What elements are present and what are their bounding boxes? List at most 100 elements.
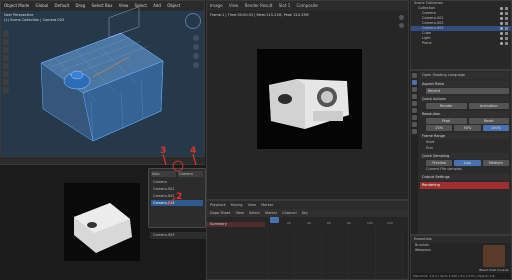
output-tab-icon[interactable]	[412, 87, 417, 92]
render-toggle-icon[interactable]	[505, 37, 508, 40]
rendering-bar[interactable]: Rendering	[420, 182, 509, 189]
render-result-dropdown[interactable]: Render Result	[245, 3, 273, 8]
render-toggle-icon[interactable]	[505, 7, 508, 10]
menu-key[interactable]: Key	[302, 211, 308, 215]
asset-browser[interactable]: Essentials Brushes Weapons Bleed Chat Co…	[410, 235, 512, 280]
preview-button[interactable]: Preview	[426, 160, 453, 166]
outliner-label: Scene Collection	[414, 1, 444, 5]
visibility-icon[interactable]	[500, 7, 503, 10]
render-toggle-icon[interactable]	[505, 32, 508, 35]
keyframe-area[interactable]	[267, 227, 408, 279]
aspect-ratio-field[interactable]: Recent	[426, 88, 509, 94]
quick-sampling-panel[interactable]: Quick Sampling	[420, 153, 509, 159]
resolution-panel[interactable]: Resolution	[420, 111, 509, 117]
visibility-icon[interactable]	[500, 12, 503, 15]
camera-view-icon[interactable]	[193, 53, 199, 59]
outliner-label: Plane	[422, 41, 432, 45]
menu-view[interactable]: View	[236, 211, 244, 215]
camera-field[interactable]: Camera.003	[150, 232, 206, 239]
asset-library-dropdown[interactable]: Essentials	[411, 236, 511, 243]
current-file-samples[interactable]: Current File samples	[420, 167, 509, 172]
render-tab-icon[interactable]	[412, 80, 417, 85]
menu-channel[interactable]: Channel	[282, 211, 296, 215]
frame-ruler[interactable]: 20 40 60 80 100 120	[267, 219, 408, 227]
menu-keying[interactable]: Keying	[231, 203, 243, 207]
visibility-icon[interactable]	[500, 22, 503, 25]
tool-tab-icon[interactable]	[412, 73, 417, 78]
ruler-tick: 20	[287, 221, 291, 225]
aspect-ratio-panel[interactable]: Aspect Ratio	[420, 81, 509, 87]
asset-name: Bleed Chat Console	[479, 268, 509, 272]
menu-view[interactable]: View	[248, 203, 256, 207]
visibility-icon[interactable]	[500, 17, 503, 20]
menu-playback[interactable]: Playback	[210, 203, 226, 207]
dopesheet-header: Dope Sheet View Select Marker Channel Ke…	[207, 209, 408, 217]
outliner-label: Camera.001	[422, 16, 444, 20]
quick-actions-panel[interactable]: Quick Actions	[420, 96, 509, 102]
camera-item[interactable]: Camera	[151, 179, 203, 185]
view-layer-tab-icon[interactable]	[412, 94, 417, 99]
slot-dropdown[interactable]: Slot 1	[279, 3, 290, 8]
animation-button[interactable]: Animation	[468, 103, 509, 109]
render-toggle-icon[interactable]	[505, 22, 508, 25]
annotation-2: 2	[176, 192, 183, 202]
menu-marker[interactable]: Marker	[261, 203, 273, 207]
output-settings-panel[interactable]: Output Settings	[420, 174, 509, 180]
medium-button[interactable]: Medium	[482, 160, 509, 166]
asset-thumbnail[interactable]	[483, 245, 505, 267]
render-stats: Frame:1 | Time:00:00.03 | Mem:115.21M, P…	[210, 13, 309, 17]
low-button[interactable]: Low	[454, 160, 481, 166]
scene-tab-icon[interactable]	[412, 101, 417, 106]
ruler-tick: 120	[387, 221, 393, 225]
size-25-button[interactable]: 25%	[426, 125, 453, 131]
world-tab-icon[interactable]	[412, 108, 417, 113]
data-tab-icon[interactable]	[412, 129, 417, 134]
render-toggle-icon[interactable]	[505, 42, 508, 45]
visibility-icon[interactable]	[500, 42, 503, 45]
camera-menu[interactable]: Camera	[178, 171, 203, 177]
render-toggle-icon[interactable]	[505, 27, 508, 30]
render-view[interactable]: Image View Render Result Slot 1 Composit…	[206, 0, 409, 200]
ortho-icon[interactable]	[193, 62, 199, 68]
playhead[interactable]	[270, 217, 279, 223]
dopesheet[interactable]: Playback Keying View Marker Dope Sheet V…	[206, 200, 409, 280]
size-100-button[interactable]: 100%	[482, 125, 509, 131]
menu-image[interactable]: Image	[210, 3, 223, 8]
object-tab-icon[interactable]	[412, 115, 417, 120]
properties-tabs	[411, 71, 418, 234]
layer-dropdown[interactable]: Composite	[297, 3, 318, 8]
ruler-tick: 80	[347, 221, 351, 225]
render-header: Image View Render Result Slot 1 Composit…	[207, 1, 408, 11]
modifier-tab-icon[interactable]	[412, 122, 417, 127]
summary-channel[interactable]: Summary	[207, 222, 265, 227]
zoom-icon[interactable]	[193, 35, 199, 41]
ruler-tick: 40	[307, 221, 311, 225]
menu-marker[interactable]: Marker	[265, 211, 277, 215]
solo-toggle[interactable]: Solo	[151, 171, 176, 177]
render-side-icons	[399, 15, 405, 31]
mode-dropdown[interactable]: Dope Sheet	[210, 211, 230, 215]
visibility-icon[interactable]	[500, 37, 503, 40]
outliner-row[interactable]: Plane	[411, 41, 511, 46]
3d-viewport[interactable]: Object Mode Global Default Drag Select B…	[0, 0, 205, 157]
menu-view[interactable]: View	[229, 3, 239, 8]
osl-toggle[interactable]: Open Shading Language	[420, 72, 509, 79]
render-button[interactable]: Render	[426, 103, 467, 109]
outliner[interactable]: Scene Collection Collection Camera Camer…	[410, 0, 512, 70]
size-50-button[interactable]: 50%	[454, 125, 481, 131]
wireframe-model	[40, 6, 164, 142]
render-toggle-icon[interactable]	[505, 12, 508, 15]
render-toggle-icon[interactable]	[505, 17, 508, 20]
pixel-button[interactable]: Pixel	[426, 118, 467, 124]
zoom-icon[interactable]	[399, 15, 404, 20]
navigation-gizmo[interactable]	[185, 13, 201, 29]
frame-range-panel[interactable]: Frame Range	[420, 133, 509, 139]
menu-select[interactable]: Select	[249, 211, 260, 215]
visibility-icon[interactable]	[500, 32, 503, 35]
properties-editor[interactable]: Open Shading Language Aspect Ratio Recen…	[410, 70, 512, 235]
reset-button[interactable]: Reset	[468, 118, 509, 124]
outliner-label: Cube	[422, 31, 432, 35]
visibility-icon[interactable]	[500, 27, 503, 30]
pan-icon[interactable]	[399, 23, 404, 28]
pan-icon[interactable]	[193, 44, 199, 50]
